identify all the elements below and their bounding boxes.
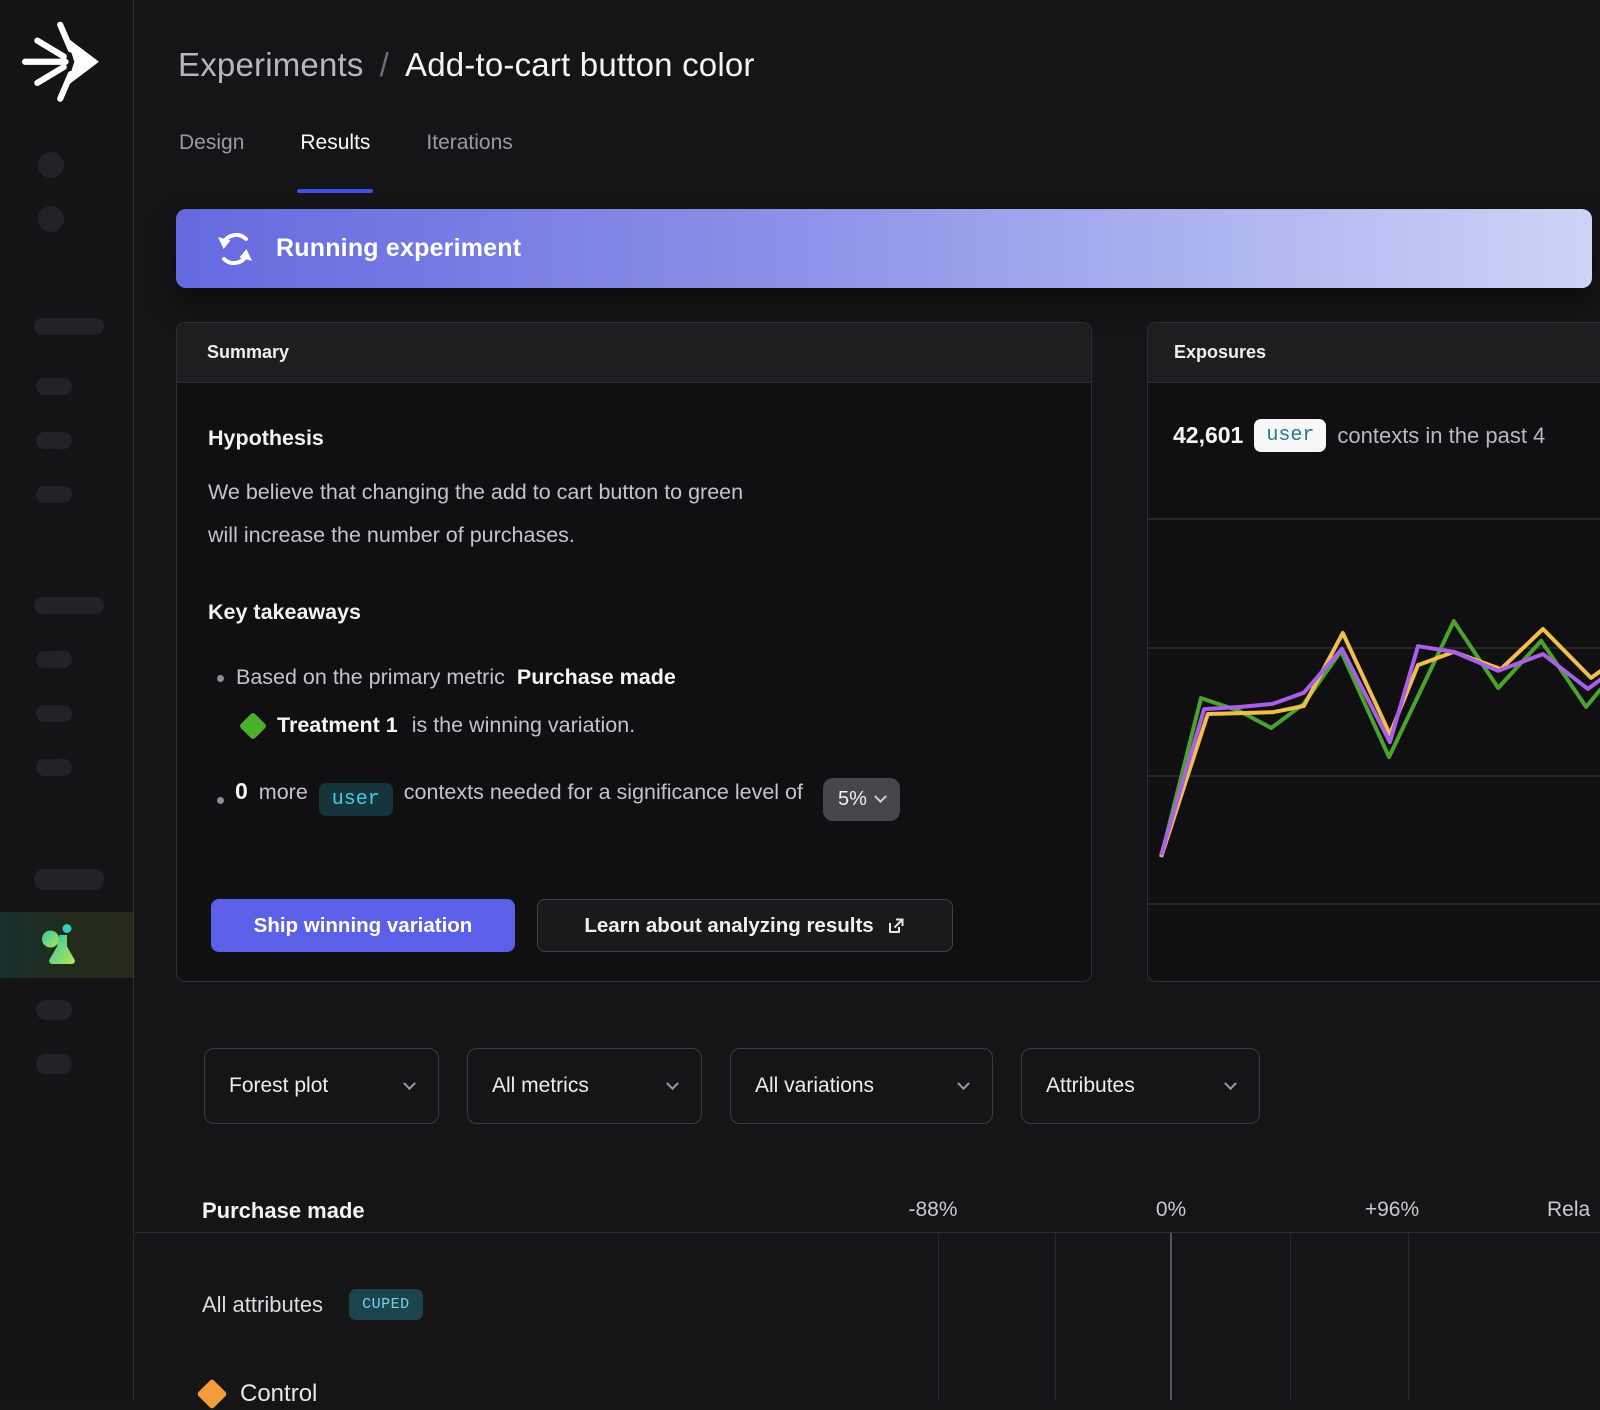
axis-tick-negative: -88% [908, 1198, 957, 1222]
variation-row-control: Control [201, 1380, 317, 1408]
sidebar-skeleton-item [34, 869, 104, 890]
sidebar-item-experiments-active[interactable] [0, 912, 134, 978]
metric-axis-row: Purchase made -88% 0% +96% Rela [0, 1198, 1600, 1232]
sidebar-skeleton-icon [38, 152, 64, 178]
sidebar-skeleton-icon [38, 206, 64, 232]
exposures-card-title: Exposures [1174, 342, 1266, 363]
sidebar-skeleton-item [36, 486, 72, 503]
sidebar-skeleton-item [36, 432, 72, 449]
primary-metric-name: Purchase made [517, 665, 676, 690]
bullet-dot [217, 797, 224, 804]
takeaway-significance: 0 more user contexts needed for a signif… [217, 778, 900, 821]
tab-results[interactable]: Results [300, 131, 370, 167]
external-link-icon [886, 916, 906, 936]
plot-gridline [1290, 1233, 1291, 1400]
breadcrumb-experiments-link[interactable]: Experiments [178, 46, 364, 84]
chevron-down-icon [957, 1077, 970, 1090]
takeaway-primary-metric: Based on the primary metric Purchase mad… [217, 665, 676, 690]
bullet-dot [217, 675, 224, 682]
sidebar-skeleton-item [36, 759, 72, 776]
significance-level-dropdown[interactable]: 5% [823, 778, 900, 821]
user-context-badge: user [319, 783, 393, 816]
sidebar-skeleton-item [36, 1054, 72, 1074]
learn-about-results-button[interactable]: Learn about analyzing results [537, 899, 953, 952]
view-type-dropdown[interactable]: Forest plot [204, 1048, 439, 1124]
plot-zero-line [1170, 1233, 1172, 1400]
summary-card-header: Summary [177, 323, 1091, 383]
exposures-caption: 42,601 user contexts in the past 4 [1173, 419, 1545, 452]
breadcrumb: Experiments / Add-to-cart button color [178, 46, 755, 84]
ship-winning-variation-button[interactable]: Ship winning variation [211, 899, 515, 952]
attributes-filter-dropdown[interactable]: Attributes [1021, 1048, 1260, 1124]
sidebar-skeleton-item [34, 597, 104, 614]
chart-series-purple [1161, 646, 1600, 855]
launchdarkly-logo-icon[interactable] [18, 16, 106, 104]
winning-variation-name: Treatment 1 [277, 713, 398, 738]
sidebar-skeleton-item [36, 378, 72, 395]
exposures-line-chart [1148, 501, 1600, 941]
page-title: Add-to-cart button color [405, 46, 755, 84]
tab-iterations[interactable]: Iterations [426, 131, 512, 167]
sidebar-skeleton-item [36, 651, 72, 668]
chevron-down-icon [874, 790, 887, 803]
chevron-down-icon [666, 1077, 679, 1090]
hypothesis-text: We believe that changing the add to cart… [208, 471, 743, 557]
metric-name: Purchase made [202, 1198, 365, 1224]
plot-gridline [938, 1233, 939, 1400]
exposures-count: 42,601 [1173, 422, 1243, 449]
banner-label: Running experiment [276, 234, 521, 263]
variations-filter-dropdown[interactable]: All variations [730, 1048, 993, 1124]
exposures-caption-text: contexts in the past 4 [1337, 423, 1545, 449]
sidebar-skeleton-item [36, 705, 72, 722]
axis-right-label: Rela [1547, 1198, 1590, 1222]
user-context-badge: user [1254, 419, 1326, 452]
experiment-flask-icon [34, 920, 84, 970]
chevron-down-icon [403, 1077, 416, 1090]
axis-tick-positive: +96% [1365, 1198, 1419, 1222]
exposures-card-header: Exposures [1148, 323, 1600, 383]
variation-label: Control [240, 1380, 317, 1408]
plot-gridline [1408, 1233, 1409, 1400]
sidebar-skeleton-item [34, 318, 104, 335]
results-table-border [135, 1232, 1600, 1233]
cuped-badge: CUPED [349, 1289, 423, 1320]
takeaway-winning-variation: Treatment 1 is the winning variation. [243, 713, 635, 738]
chevron-down-icon [1224, 1077, 1237, 1090]
attribute-group-row: All attributes CUPED [202, 1289, 423, 1320]
attribute-group-label: All attributes [202, 1292, 323, 1318]
tab-bar: Design Results Iterations [179, 131, 513, 167]
hypothesis-heading: Hypothesis [208, 426, 324, 451]
axis-tick-zero: 0% [1156, 1198, 1186, 1222]
running-experiment-banner: Running experiment [176, 209, 1592, 288]
key-takeaways-heading: Key takeaways [208, 600, 361, 625]
summary-card-title: Summary [207, 342, 289, 363]
needed-count: 0 [235, 778, 248, 805]
plot-gridline [1055, 1233, 1056, 1400]
exposures-card: Exposures 42,601 user contexts in the pa… [1147, 322, 1600, 982]
treatment-1-diamond-icon [239, 711, 267, 739]
breadcrumb-separator: / [380, 46, 389, 84]
sync-refresh-icon [214, 228, 256, 270]
metrics-filter-dropdown[interactable]: All metrics [467, 1048, 702, 1124]
summary-card: Summary Hypothesis We believe that chang… [176, 322, 1092, 982]
control-diamond-icon [196, 1378, 227, 1409]
sidebar-skeleton-item [36, 1000, 72, 1020]
tab-design[interactable]: Design [179, 131, 244, 167]
sidebar-nav [0, 0, 134, 1400]
